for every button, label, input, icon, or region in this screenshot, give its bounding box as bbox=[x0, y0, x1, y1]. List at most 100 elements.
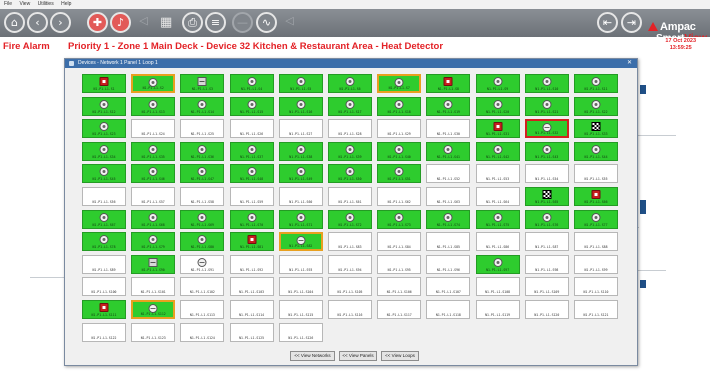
device-tile[interactable]: N1.P1.L1.S84 bbox=[377, 232, 422, 252]
device-tile[interactable]: N1.P1.L1.S126 bbox=[278, 322, 323, 342]
device-tile[interactable]: N1.P1.L1.S62 bbox=[377, 187, 422, 206]
device-tile[interactable]: N1.P1.L1.S51 bbox=[377, 164, 422, 184]
device-tile[interactable]: N1.P1.L1.S97 bbox=[475, 254, 520, 274]
menu-help[interactable]: Help bbox=[61, 1, 71, 7]
menu-utilities[interactable]: Utilities bbox=[38, 1, 54, 7]
forward-icon[interactable]: › bbox=[50, 12, 71, 33]
home-icon[interactable]: ⌂ bbox=[4, 12, 25, 33]
device-tile[interactable]: N1.P1.L1.S16 bbox=[278, 96, 323, 116]
view-loops-button[interactable]: << View Loops bbox=[381, 351, 419, 361]
close-icon[interactable]: ✕ bbox=[627, 59, 632, 68]
device-tile[interactable]: N1.P1.L1.S78 bbox=[82, 232, 126, 252]
device-tile[interactable]: N1.P1.L1.S55 bbox=[574, 164, 618, 184]
device-tile[interactable]: N1.P1.L1.S87 bbox=[524, 232, 569, 252]
device-tile[interactable]: N1.P1.L1.S20 bbox=[475, 96, 520, 116]
device-tile[interactable]: N1.P1.L1.S43 bbox=[524, 141, 569, 161]
view-networks-button[interactable]: << View Networks bbox=[290, 351, 335, 361]
device-tile[interactable]: N1.P1.L1.S71 bbox=[278, 209, 323, 229]
device-tile[interactable]: N1.P1.L1.S108 bbox=[475, 277, 520, 297]
device-tile[interactable]: N1.P1.L1.S19 bbox=[426, 96, 471, 116]
print-icon[interactable]: ⎙ bbox=[182, 12, 203, 33]
device-tile[interactable]: N1.P1.L1.S119 bbox=[475, 300, 520, 319]
device-tile[interactable]: N1.P1.L1.S4 bbox=[229, 74, 274, 93]
device-tile[interactable]: N1.P1.L1.S63 bbox=[426, 187, 471, 206]
grid-view-icon[interactable]: ▦ bbox=[160, 14, 172, 31]
disabled-icon[interactable]: — bbox=[232, 12, 253, 33]
device-tile[interactable]: N1.P1.L1.S9 bbox=[475, 74, 520, 93]
device-tile[interactable]: N1.P1.L1.S17 bbox=[328, 96, 372, 116]
device-tile[interactable]: N1.P1.L1.S73 bbox=[377, 209, 422, 229]
dial-icon[interactable]: ∿ bbox=[256, 12, 277, 33]
device-tile[interactable]: N1.P1.L1.S116 bbox=[328, 300, 372, 319]
device-tile[interactable]: N1.P1.L1.S3 bbox=[180, 74, 225, 93]
device-tile[interactable]: N1.P1.L1.S21 bbox=[524, 96, 569, 116]
device-tile[interactable]: N1.P1.L1.S49 bbox=[278, 164, 323, 184]
device-tile[interactable]: N1.P1.L1.S66 bbox=[574, 187, 618, 206]
device-tile[interactable]: N1.P1.L1.S60 bbox=[278, 187, 323, 206]
device-tile[interactable]: N1.P1.L1.S123 bbox=[131, 322, 176, 342]
device-tile[interactable]: N1.P1.L1.S82 bbox=[278, 232, 323, 252]
device-tile[interactable]: N1.P1.L1.S26 bbox=[229, 119, 274, 139]
device-tile[interactable]: N1.P1.L1.S57 bbox=[131, 187, 176, 206]
device-tile[interactable]: N1.P1.L1.S12 bbox=[82, 96, 126, 116]
device-tile[interactable]: N1.P1.L1.S1 bbox=[82, 74, 126, 93]
device-tile[interactable]: N1.P1.L1.S35 bbox=[131, 141, 176, 161]
device-tile[interactable]: N1.P1.L1.S93 bbox=[278, 254, 323, 274]
device-tile[interactable]: N1.P1.L1.S27 bbox=[278, 119, 323, 139]
device-tile[interactable]: N1.P1.L1.S72 bbox=[328, 209, 372, 229]
device-tile[interactable]: N1.P1.L1.S68 bbox=[131, 209, 176, 229]
device-tile[interactable]: N1.P1.L1.S29 bbox=[377, 119, 422, 139]
device-tile[interactable]: N1.P1.L1.S112 bbox=[131, 300, 176, 319]
device-tile[interactable]: N1.P1.L1.S102 bbox=[180, 277, 225, 297]
device-tile[interactable]: N1.P1.L1.S5 bbox=[278, 74, 323, 93]
menu-view[interactable]: View bbox=[19, 1, 30, 7]
device-tile[interactable]: N1.P1.L1.S15 bbox=[229, 96, 274, 116]
silence-alarm-icon[interactable]: ♪ bbox=[110, 12, 131, 33]
device-tile[interactable]: N1.P1.L1.S34 bbox=[82, 141, 126, 161]
device-tile[interactable]: N1.P1.L1.S100 bbox=[82, 277, 126, 297]
device-tile[interactable]: N1.P1.L1.S86 bbox=[475, 232, 520, 252]
device-tile[interactable]: N1.P1.L1.S28 bbox=[328, 119, 372, 139]
alarm-message[interactable]: Priority 1 - Zone 1 Main Deck - Device 3… bbox=[68, 41, 443, 52]
device-tile[interactable]: N1.P1.L1.S39 bbox=[328, 141, 372, 161]
device-tile[interactable]: N1.P1.L1.S41 bbox=[426, 141, 471, 161]
device-tile[interactable]: N1.P1.L1.S85 bbox=[426, 232, 471, 252]
device-tile[interactable]: N1.P1.L1.S110 bbox=[574, 277, 618, 297]
device-tile[interactable]: N1.P1.L1.S122 bbox=[82, 322, 126, 342]
device-tile[interactable]: N1.P1.L1.S118 bbox=[426, 300, 471, 319]
speaker-icon[interactable]: ◁ bbox=[133, 12, 154, 33]
device-tile[interactable]: N1.P1.L1.S76 bbox=[524, 209, 569, 229]
device-tile[interactable]: N1.P1.L1.S18 bbox=[377, 96, 422, 116]
device-tile[interactable]: N1.P1.L1.S92 bbox=[229, 254, 274, 274]
dialog-titlebar[interactable]: Devices - Network 1 Panel 1 Loop 1 ✕ bbox=[65, 59, 637, 68]
device-tile[interactable]: N1.P1.L1.S7 bbox=[377, 74, 422, 93]
device-tile[interactable]: N1.P1.L1.S38 bbox=[278, 141, 323, 161]
device-tile[interactable]: N1.P1.L1.S37 bbox=[229, 141, 274, 161]
device-tile[interactable]: N1.P1.L1.S10 bbox=[524, 74, 569, 93]
device-tile[interactable]: N1.P1.L1.S8 bbox=[426, 74, 471, 93]
device-tile[interactable]: N1.P1.L1.S75 bbox=[475, 209, 520, 229]
device-tile[interactable]: N1.P1.L1.S79 bbox=[131, 232, 176, 252]
device-tile[interactable]: N1.P1.L1.S80 bbox=[180, 232, 225, 252]
device-tile[interactable]: N1.P1.L1.S6 bbox=[328, 74, 372, 93]
device-tile[interactable]: N1.P1.L1.S104 bbox=[278, 277, 323, 297]
view-panels-button[interactable]: << View Panels bbox=[339, 351, 377, 361]
sound-off-icon[interactable]: ◁ bbox=[279, 12, 300, 33]
device-tile[interactable]: N1.P1.L1.S25 bbox=[180, 119, 225, 139]
device-tile[interactable]: N1.P1.L1.S107 bbox=[426, 277, 471, 297]
device-tile[interactable]: N1.P1.L1.S23 bbox=[82, 119, 126, 139]
device-tile[interactable]: N1.P1.L1.S59 bbox=[229, 187, 274, 206]
alarm-indicator-icon[interactable]: ✚ bbox=[87, 12, 108, 33]
database-icon[interactable]: ≡ bbox=[205, 12, 226, 33]
login-icon[interactable]: ⇥ bbox=[621, 12, 642, 33]
device-tile[interactable]: N1.P1.L1.S64 bbox=[475, 187, 520, 206]
device-tile[interactable]: N1.P1.L1.S48 bbox=[229, 164, 274, 184]
device-tile[interactable]: N1.P1.L1.S88 bbox=[574, 232, 618, 252]
device-tile[interactable]: N1.P1.L1.S58 bbox=[180, 187, 225, 206]
device-tile[interactable]: N1.P1.L1.S124 bbox=[180, 322, 225, 342]
back-icon[interactable]: ‹ bbox=[27, 12, 48, 33]
device-tile[interactable]: N1.P1.L1.S105 bbox=[328, 277, 372, 297]
device-tile[interactable]: N1.P1.L1.S106 bbox=[377, 277, 422, 297]
device-tile[interactable]: N1.P1.L1.S117 bbox=[377, 300, 422, 319]
device-tile[interactable]: N1.P1.L1.S96 bbox=[426, 254, 471, 274]
